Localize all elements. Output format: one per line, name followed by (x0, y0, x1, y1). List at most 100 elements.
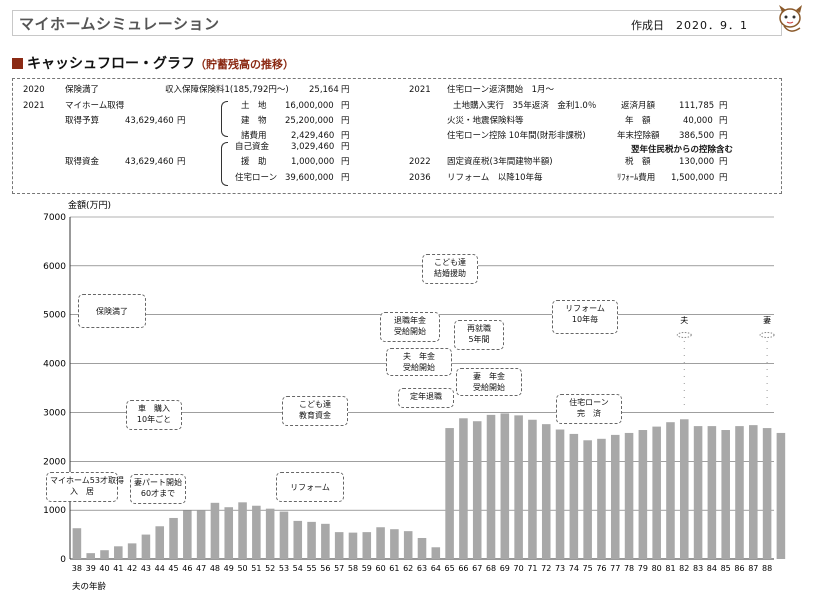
event-bubble-retire: 定年退職 (398, 388, 454, 408)
breakdown-amount: 16,000,000 (285, 101, 334, 111)
info-amount: 130,000 (679, 157, 715, 167)
x-tick-label: 41 (113, 564, 123, 573)
x-tick-label: 83 (693, 564, 703, 573)
x-tick-label: 52 (265, 564, 275, 573)
x-axis-label: 夫の年齢 (72, 581, 107, 592)
bar (141, 534, 151, 559)
bracket (221, 142, 228, 186)
info-label: 火災・地震保険料等 (447, 116, 524, 126)
bar (666, 422, 675, 559)
y-axis-label: 金額(万円) (68, 199, 111, 211)
x-tick-label: 62 (403, 564, 413, 573)
section-title: キャッシュフロー・グラフ（貯蓄残高の推移） (12, 53, 294, 73)
breakdown-amount: 1,000,000 (291, 157, 335, 167)
bar (514, 415, 523, 559)
x-tick-label: 75 (583, 564, 593, 573)
x-axis-ticks: 38 39 40 41 42 43 44 45 46 47 48 49 50 51 52 53 54 55 56 57… (72, 564, 772, 573)
breakdown-amount: 3,029,460 (291, 142, 335, 152)
info-amount: 111,785 (679, 101, 715, 111)
bar (569, 433, 579, 559)
info-label: 固定資産税(3年間建物半額) (447, 157, 553, 167)
x-tick-label: 76 (596, 564, 606, 573)
breakdown-unit: 円 (341, 101, 350, 111)
event-bubble-wedding: こども達 結婚援助 (422, 254, 478, 284)
y-tick-label: 7000 (43, 213, 66, 223)
x-tick-label: 49 (224, 564, 234, 573)
bar (238, 502, 247, 559)
breakdown-label: 諸費用 (241, 131, 267, 141)
x-tick-label: 66 (458, 564, 468, 573)
bar (252, 505, 261, 559)
info-year: 2020 (23, 85, 45, 95)
info-unit: 円 (719, 157, 728, 167)
bar (376, 527, 385, 559)
event-bubble-husband-pension: 夫 年金 受給開始 (386, 348, 452, 376)
info-amount: 43,629,460 (125, 116, 174, 126)
x-tick-label: 69 (500, 564, 510, 573)
bar (403, 531, 413, 559)
breakdown-label: 建 物 (241, 116, 267, 126)
breakdown-label: 土 地 (241, 101, 267, 111)
breakdown-label: 自己資金 (235, 142, 270, 152)
info-box: 2020 保険満了 収入保障保険料1(185,792円～) 25,164 円 2… (12, 78, 782, 194)
bar (638, 430, 648, 559)
bar (210, 502, 220, 559)
info-label: 保険満了 (65, 85, 100, 95)
x-tick-label: 58 (348, 564, 358, 573)
info-label: 取得予算 (65, 116, 100, 126)
bar (459, 418, 468, 559)
bar (749, 425, 758, 559)
x-tick-label: 86 (734, 564, 744, 573)
x-tick-label: 84 (707, 564, 717, 573)
bar (183, 510, 192, 559)
bar (679, 419, 689, 559)
info-year: 2021 (23, 101, 45, 111)
event-bubble-wife-part: 妻パート開始 60才まで (130, 474, 186, 504)
info-key: 税 額 (625, 157, 651, 167)
info-unit: 円 (719, 101, 728, 111)
bar (762, 428, 772, 559)
section-square-icon (12, 58, 23, 69)
x-tick-label: 88 (762, 564, 772, 573)
info-label: 住宅ローン返済開始 1月～ (447, 85, 554, 95)
x-tick-label: 40 (99, 564, 109, 573)
event-bubble-reemploy: 再就職 5年間 (454, 320, 504, 350)
x-tick-label: 74 (569, 564, 579, 573)
info-amount: 40,000 (683, 116, 713, 126)
header-bar: マイホームシミュレーション 作成日 2020．9．1 (12, 10, 782, 36)
x-tick-label: 43 (141, 564, 151, 573)
x-tick-label: 50 (237, 564, 247, 573)
x-tick-label: 70 (514, 564, 524, 573)
bar (652, 426, 661, 559)
info-unit: 円 (177, 116, 186, 126)
event-bubble-loan-done: 住宅ローン完 済 (556, 394, 622, 424)
info-unit: 円 (341, 85, 350, 95)
event-bubble-car: 車 購入 10年ごと (126, 400, 182, 430)
info-year: 2036 (409, 173, 431, 183)
x-tick-label: 85 (721, 564, 731, 573)
x-tick-label: 54 (293, 564, 303, 573)
bar (610, 434, 620, 559)
y-tick-label: 3000 (43, 408, 66, 418)
info-amount: 386,500 (679, 131, 715, 141)
breakdown-amount: 39,600,000 (285, 173, 334, 183)
event-bubble-pension-start: 退職年金 受給開始 (380, 312, 440, 342)
info-unit: 円 (719, 173, 728, 183)
life-markers: 夫妻 (676, 315, 775, 410)
bar (693, 426, 703, 559)
info-label: マイホーム取得 (65, 101, 125, 111)
bar (624, 432, 634, 559)
bar (169, 517, 178, 559)
bar (776, 432, 786, 559)
date-label: 作成日 (631, 19, 664, 32)
x-tick-label: 53 (279, 564, 289, 573)
x-tick-label: 72 (541, 564, 551, 573)
halo-icon (676, 332, 692, 338)
bar (307, 521, 316, 559)
x-tick-label: 39 (86, 564, 96, 573)
date-value: 2020．9．1 (676, 19, 748, 32)
x-tick-label: 64 (431, 564, 441, 573)
bar (362, 532, 372, 559)
bar (155, 526, 165, 559)
x-tick-label: 71 (527, 564, 537, 573)
